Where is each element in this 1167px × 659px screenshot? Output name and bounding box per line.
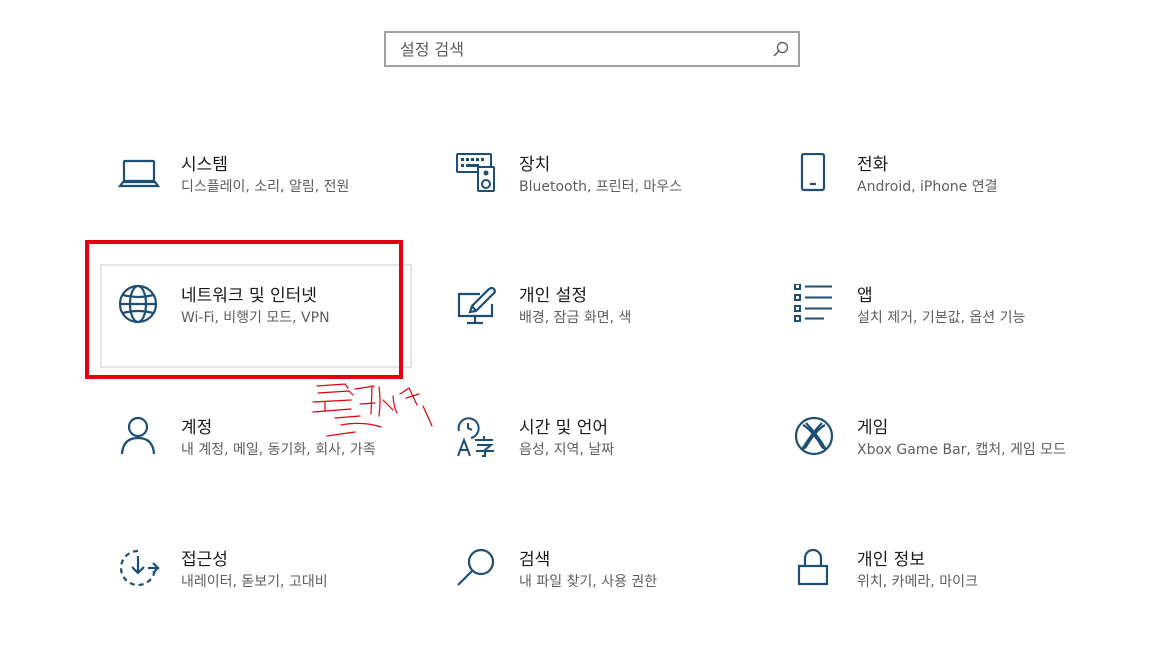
tile-title: 장치 [519, 155, 551, 175]
tile-description: 위치, 카메라, 마이크 [857, 574, 978, 590]
tile-description: 배경, 잠금 화면, 색 [519, 310, 632, 326]
tile-title: 접근성 [181, 550, 228, 570]
annotation-scribble [312, 383, 433, 437]
person-icon [118, 416, 160, 458]
accessibility-icon [118, 548, 160, 590]
tile-privacy[interactable]: 개인 정보 위치, 카메라, 마이크 [794, 548, 1114, 648]
tile-title: 앱 [857, 286, 873, 306]
tile-title: 게임 [857, 418, 889, 438]
tile-devices[interactable]: 장치 Bluetooth, 프린터, 마우스 [456, 153, 776, 253]
tile-accessibility[interactable]: 접근성 내레이터, 돋보기, 고대비 [118, 548, 438, 648]
tile-description: 음성, 지역, 날짜 [519, 442, 615, 458]
settings-search-box[interactable] [384, 31, 800, 67]
search-magnifier-icon [456, 548, 498, 590]
tile-title: 시스템 [181, 155, 228, 175]
tile-description: Xbox Game Bar, 캡처, 게임 모드 [857, 442, 1066, 458]
tile-title: 개인 정보 [857, 550, 925, 570]
tile-description: 설치 제거, 기본값, 옵션 기능 [857, 310, 1026, 326]
laptop-icon [118, 153, 160, 195]
tile-phone[interactable]: 전화 Android, iPhone 연결 [794, 153, 1114, 253]
personalization-icon [456, 284, 498, 326]
settings-search-input[interactable] [386, 33, 756, 65]
tile-apps[interactable]: 앱 설치 제거, 기본값, 옵션 기능 [794, 284, 1114, 384]
tile-title: 검색 [519, 550, 551, 570]
tile-description: 내 파일 찾기, 사용 권한 [519, 574, 658, 590]
devices-icon [456, 153, 498, 195]
tile-search[interactable]: 검색 내 파일 찾기, 사용 권한 [456, 548, 776, 648]
tile-title: 시간 및 언어 [519, 418, 609, 438]
tile-description: 디스플레이, 소리, 알림, 전원 [181, 179, 350, 195]
phone-icon [794, 153, 836, 195]
xbox-icon [794, 416, 836, 458]
tile-title: 전화 [857, 155, 889, 175]
tile-gaming[interactable]: 게임 Xbox Game Bar, 캡처, 게임 모드 [794, 416, 1114, 516]
tile-title: 개인 설정 [519, 286, 587, 306]
search-icon[interactable] [773, 41, 789, 57]
tile-description: Bluetooth, 프린터, 마우스 [519, 179, 683, 195]
tile-title: 계정 [181, 418, 213, 438]
time-language-icon [456, 416, 498, 458]
tile-personalization[interactable]: 개인 설정 배경, 잠금 화면, 색 [456, 284, 776, 384]
tile-description: Android, iPhone 연결 [857, 179, 998, 195]
lock-icon [794, 548, 836, 590]
apps-list-icon [794, 284, 836, 326]
annotation-red-rectangle [85, 240, 403, 379]
tile-time-language[interactable]: 시간 및 언어 음성, 지역, 날짜 [456, 416, 776, 516]
tile-system[interactable]: 시스템 디스플레이, 소리, 알림, 전원 [118, 153, 438, 253]
tile-description: 내레이터, 돋보기, 고대비 [181, 574, 328, 590]
